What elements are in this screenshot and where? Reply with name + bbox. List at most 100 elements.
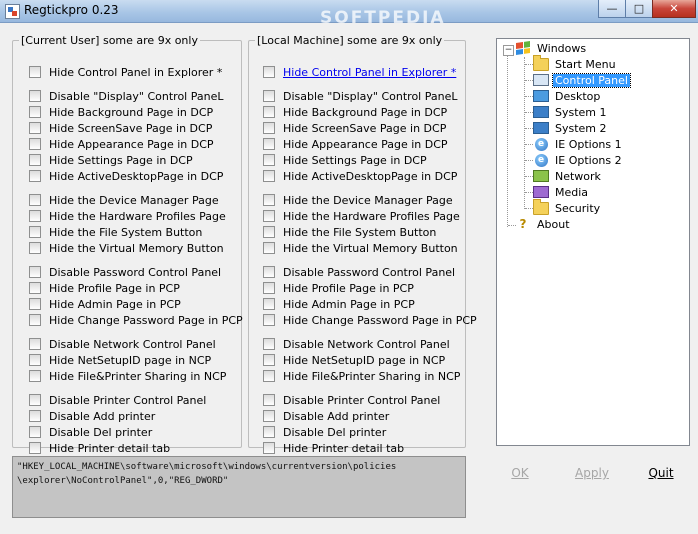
quit-button[interactable]: Quit (644, 463, 678, 483)
current-user-option[interactable]: Hide Appearance Page in DCP (29, 137, 214, 151)
tree-node-about[interactable]: ? About (515, 216, 572, 232)
local-machine-option[interactable]: Hide Settings Page in DCP (263, 153, 427, 167)
local-machine-option[interactable]: Hide Control Panel in Explorer * (263, 65, 456, 79)
current-user-option[interactable]: Hide the File System Button (29, 225, 202, 239)
checkbox[interactable] (263, 266, 275, 278)
local-machine-option[interactable]: Hide the File System Button (263, 225, 436, 239)
local-machine-option[interactable]: Disable Del printer (263, 425, 386, 439)
checkbox[interactable] (263, 90, 275, 102)
current-user-option[interactable]: Hide Change Password Page in PCP (29, 313, 243, 327)
tree-node-ie-options-1[interactable]: e IE Options 1 (533, 136, 624, 152)
checkbox[interactable] (29, 122, 41, 134)
local-machine-option[interactable]: Disable Password Control Panel (263, 265, 455, 279)
title-bar[interactable]: Regtickpro 0.23 SOFTPEDIA — □ ✕ (0, 0, 698, 28)
checkbox[interactable] (29, 394, 41, 406)
maximize-button[interactable]: □ (625, 0, 653, 18)
local-machine-option[interactable]: Hide Printer detail tab (263, 441, 404, 455)
tree-node-control-panel[interactable]: Control Panel (533, 72, 631, 88)
tree-node-network[interactable]: Network (533, 168, 603, 184)
checkbox[interactable] (29, 210, 41, 222)
checkbox[interactable] (263, 66, 275, 78)
local-machine-option[interactable]: Hide File&Printer Sharing in NCP (263, 369, 460, 383)
current-user-option[interactable]: Hide Profile Page in PCP (29, 281, 180, 295)
ok-button[interactable]: OK (504, 463, 536, 483)
checkbox[interactable] (29, 194, 41, 206)
checkbox[interactable] (263, 394, 275, 406)
current-user-option[interactable]: Hide Admin Page in PCP (29, 297, 181, 311)
local-machine-option[interactable]: Hide Background Page in DCP (263, 105, 447, 119)
tree-node-ie-options-2[interactable]: e IE Options 2 (533, 152, 624, 168)
checkbox[interactable] (263, 442, 275, 454)
minimize-button[interactable]: — (598, 0, 626, 18)
checkbox[interactable] (29, 226, 41, 238)
checkbox[interactable] (263, 154, 275, 166)
tree-node-system-1[interactable]: System 1 (533, 104, 609, 120)
checkbox[interactable] (29, 426, 41, 438)
current-user-option[interactable]: Hide Printer detail tab (29, 441, 170, 455)
local-machine-option[interactable]: Disable "Display" Control PaneL (263, 89, 457, 103)
tree-node-media[interactable]: Media (533, 184, 590, 200)
checkbox[interactable] (29, 138, 41, 150)
current-user-option[interactable]: Disable Password Control Panel (29, 265, 221, 279)
local-machine-option[interactable]: Hide the Virtual Memory Button (263, 241, 458, 255)
category-tree[interactable]: − Windows Start Menu Control Panel Desktop… (496, 38, 690, 446)
checkbox[interactable] (263, 282, 275, 294)
local-machine-option[interactable]: Hide the Hardware Profiles Page (263, 209, 460, 223)
current-user-option[interactable]: Hide the Device Manager Page (29, 193, 219, 207)
local-machine-option[interactable]: Hide Profile Page in PCP (263, 281, 414, 295)
checkbox[interactable] (263, 410, 275, 422)
current-user-option[interactable]: Disable Del printer (29, 425, 152, 439)
checkbox[interactable] (263, 298, 275, 310)
current-user-option[interactable]: Hide ActiveDesktopPage in DCP (29, 169, 223, 183)
tree-expander[interactable]: − (503, 45, 514, 56)
tree-node-system-2[interactable]: System 2 (533, 120, 609, 136)
current-user-option[interactable]: Disable "Display" Control PaneL (29, 89, 223, 103)
local-machine-option[interactable]: Hide Appearance Page in DCP (263, 137, 448, 151)
checkbox[interactable] (29, 410, 41, 422)
checkbox[interactable] (263, 370, 275, 382)
close-button[interactable]: ✕ (652, 0, 696, 18)
checkbox[interactable] (263, 314, 275, 326)
tree-node-windows[interactable]: Windows (515, 40, 588, 56)
local-machine-option[interactable]: Hide ActiveDesktopPage in DCP (263, 169, 457, 183)
checkbox[interactable] (263, 170, 275, 182)
checkbox[interactable] (29, 338, 41, 350)
apply-button[interactable]: Apply (572, 463, 612, 483)
current-user-option[interactable]: Disable Printer Control Panel (29, 393, 206, 407)
checkbox[interactable] (263, 106, 275, 118)
current-user-option[interactable]: Hide Control Panel in Explorer * (29, 65, 222, 79)
checkbox[interactable] (29, 298, 41, 310)
current-user-option[interactable]: Hide Settings Page in DCP (29, 153, 193, 167)
local-machine-option[interactable]: Hide Admin Page in PCP (263, 297, 415, 311)
local-machine-option[interactable]: Hide ScreenSave Page in DCP (263, 121, 446, 135)
checkbox[interactable] (29, 154, 41, 166)
checkbox[interactable] (29, 66, 41, 78)
local-machine-option[interactable]: Hide the Device Manager Page (263, 193, 453, 207)
local-machine-option[interactable]: Hide NetSetupID page in NCP (263, 353, 445, 367)
checkbox[interactable] (263, 210, 275, 222)
checkbox[interactable] (29, 370, 41, 382)
current-user-option[interactable]: Hide Background Page in DCP (29, 105, 213, 119)
checkbox[interactable] (29, 170, 41, 182)
checkbox[interactable] (29, 354, 41, 366)
checkbox[interactable] (263, 338, 275, 350)
checkbox[interactable] (29, 314, 41, 326)
checkbox[interactable] (263, 354, 275, 366)
checkbox[interactable] (263, 226, 275, 238)
tree-node-start-menu[interactable]: Start Menu (533, 54, 618, 72)
checkbox[interactable] (263, 194, 275, 206)
checkbox[interactable] (29, 266, 41, 278)
current-user-option[interactable]: Disable Network Control Panel (29, 337, 216, 351)
checkbox[interactable] (29, 90, 41, 102)
local-machine-option[interactable]: Disable Network Control Panel (263, 337, 450, 351)
current-user-option[interactable]: Hide the Virtual Memory Button (29, 241, 224, 255)
checkbox[interactable] (29, 282, 41, 294)
local-machine-option[interactable]: Hide Change Password Page in PCP (263, 313, 477, 327)
checkbox[interactable] (29, 242, 41, 254)
checkbox[interactable] (263, 242, 275, 254)
tree-node-desktop[interactable]: Desktop (533, 88, 602, 104)
checkbox[interactable] (29, 442, 41, 454)
local-machine-option[interactable]: Disable Printer Control Panel (263, 393, 440, 407)
tree-node-security[interactable]: Security (533, 198, 602, 216)
current-user-option[interactable]: Hide NetSetupID page in NCP (29, 353, 211, 367)
